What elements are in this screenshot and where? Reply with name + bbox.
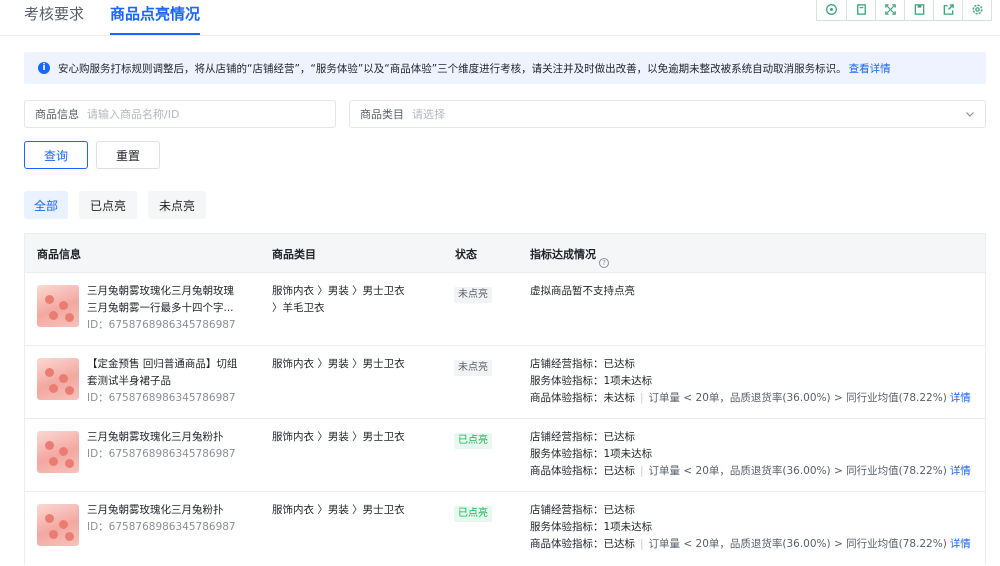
chevron-down-icon	[966, 112, 974, 117]
info-notice: i 安心购服务打标规则调整后，将从店铺的“店铺经营”，“服务体验”以及“商品体验…	[24, 52, 986, 84]
detail-link[interactable]: 详情	[950, 538, 971, 550]
product-thumbnail[interactable]	[37, 504, 79, 546]
store-indicator: 店铺经营指标：已达标	[530, 504, 635, 516]
product-indicator: 商品体验指标：已达标 | 订单量 < 20单，品质退货率(36.00%) > 同行业…	[530, 465, 971, 477]
header-category: 商品类目	[272, 248, 316, 261]
product-name[interactable]: 三月兔朝雾玫瑰化三月兔粉扑	[87, 429, 242, 446]
book-icon[interactable]	[846, 0, 875, 20]
status-badge: 已点亮	[454, 506, 492, 522]
tab-assessment-requirements[interactable]: 考核要求	[24, 4, 84, 24]
filter-all[interactable]: 全部	[24, 191, 68, 219]
product-info-label: 商品信息	[35, 108, 79, 121]
category-placeholder: 请选择	[412, 108, 445, 121]
product-id: ID：6758768986345786987	[87, 448, 236, 460]
product-id: ID：6758768986345786987	[87, 319, 236, 331]
status-badge: 未点亮	[454, 360, 492, 376]
help-icon[interactable]: ?	[599, 258, 609, 268]
status-badge: 未点亮	[454, 287, 492, 303]
reset-button[interactable]: 重置	[96, 141, 160, 169]
product-thumbnail[interactable]	[37, 358, 79, 400]
product-thumbnail[interactable]	[37, 431, 79, 473]
category-label: 商品类目	[360, 108, 404, 121]
view-details-link[interactable]: 查看详情	[849, 61, 891, 76]
service-indicator: 服务体验指标：1项未达标	[530, 375, 653, 387]
product-name[interactable]: 【定金预售 回归普通商品】切组套测试半身裙子品	[87, 356, 242, 390]
product-thumbnail[interactable]	[37, 285, 79, 327]
save-icon[interactable]	[904, 0, 933, 20]
query-button[interactable]: 查询	[24, 141, 88, 169]
info-icon: i	[38, 62, 50, 74]
header-indicators: 指标达成情况?	[530, 246, 609, 268]
product-id: ID：6758768986345786987	[87, 521, 236, 533]
product-category: 服饰内衣 〉男装 〉男士卫衣 〉羊毛卫衣	[272, 285, 405, 314]
product-category: 服饰内衣 〉男装 〉男士卫衣	[272, 504, 405, 516]
tab-product-lighting-status[interactable]: 商品点亮情况	[110, 4, 200, 24]
table-header: 商品信息 商品类目 状态 指标达成情况?	[25, 234, 985, 272]
indicator-summary: 店铺经营指标：已达标 服务体验指标：1项未达标 商品体验指标：已达标 | 订单量 <…	[530, 502, 971, 553]
table-row: 【定金预售 回归普通商品】切组套测试半身裙子品 ID：6758768986345…	[25, 345, 985, 418]
indicator-summary: 虚拟商品暂不支持点亮	[530, 285, 635, 297]
chat-icon[interactable]	[817, 0, 846, 20]
product-name[interactable]: 三月兔朝雾玫瑰化三月兔粉扑	[87, 502, 242, 519]
indicator-summary: 店铺经营指标：已达标 服务体验指标：1项未达标 商品体验指标：未达标 | 订单量 <…	[530, 356, 971, 407]
settings-icon[interactable]	[962, 0, 991, 20]
product-category: 服饰内衣 〉男装 〉男士卫衣	[272, 358, 405, 370]
status-badge: 已点亮	[454, 433, 492, 449]
header-product-info: 商品信息	[37, 248, 81, 261]
table-row: 三月兔朝雾玫瑰化三月兔粉扑 ID：6758768986345786987 服饰内…	[25, 418, 985, 491]
top-tab-bar: 考核要求 商品点亮情况	[0, 0, 1000, 36]
detail-link[interactable]: 详情	[950, 465, 971, 477]
product-indicator: 商品体验指标：已达标 | 订单量 < 20单，品质退货率(36.00%) > 同行业…	[530, 538, 971, 550]
table-row: 三月兔朝雾玫瑰化三月兔朝玫瑰三月兔朝雾一行最多十四个字... ID：675876…	[25, 272, 985, 345]
product-category: 服饰内衣 〉男装 〉男士卫衣	[272, 431, 405, 443]
product-table: 商品信息 商品类目 状态 指标达成情况? 三月兔朝雾玫瑰化三月兔朝玫瑰三月兔朝雾…	[24, 233, 986, 565]
store-indicator: 店铺经营指标：已达标	[530, 431, 635, 443]
header-status: 状态	[455, 248, 477, 261]
product-indicator: 商品体验指标：未达标 | 订单量 < 20单，品质退货率(36.00%) > 同行业…	[530, 392, 971, 404]
product-info-field[interactable]: 商品信息 请输入商品名称/ID	[24, 100, 336, 128]
service-indicator: 服务体验指标：1项未达标	[530, 521, 653, 533]
indicator-summary: 店铺经营指标：已达标 服务体验指标：1项未达标 商品体验指标：已达标 | 订单量 <…	[530, 429, 971, 480]
store-indicator: 店铺经营指标：已达标	[530, 358, 635, 370]
active-tab-indicator	[110, 33, 200, 35]
detail-link[interactable]: 详情	[950, 392, 971, 404]
service-indicator: 服务体验指标：1项未达标	[530, 448, 653, 460]
expand-icon[interactable]	[875, 0, 904, 20]
share-icon[interactable]	[933, 0, 962, 20]
notice-message: 安心购服务打标规则调整后，将从店铺的“店铺经营”，“服务体验”以及“商品体验”三…	[58, 62, 847, 75]
filter-lit[interactable]: 已点亮	[79, 191, 137, 219]
filter-unlit[interactable]: 未点亮	[148, 191, 206, 219]
product-name[interactable]: 三月兔朝雾玫瑰化三月兔朝玫瑰三月兔朝雾一行最多十四个字...	[87, 283, 242, 317]
product-id: ID：6758768986345786987	[87, 392, 236, 404]
category-select[interactable]: 商品类目 请选择	[349, 100, 986, 128]
toolbar	[816, 0, 992, 21]
product-info-input[interactable]: 请输入商品名称/ID	[87, 106, 179, 122]
table-row: 三月兔朝雾玫瑰化三月兔粉扑 ID：6758768986345786987 服饰内…	[25, 491, 985, 565]
